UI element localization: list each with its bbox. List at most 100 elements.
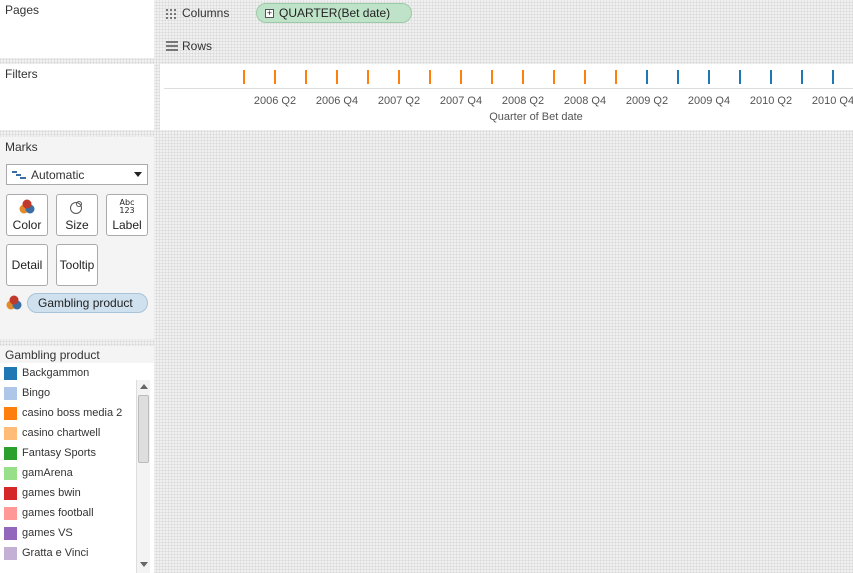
filters-title: Filters: [5, 67, 38, 81]
filters-panel[interactable]: Filters: [0, 64, 154, 130]
legend-swatch: [4, 426, 17, 440]
gantt-icon: [12, 170, 26, 180]
legend-item[interactable]: Fantasy Sports: [0, 443, 136, 463]
legend-item-label: casino boss media 2: [22, 407, 123, 419]
x-tick-label: 2010 Q2: [749, 95, 793, 107]
x-tick-label: 2008 Q4: [563, 95, 607, 107]
chart-mark[interactable]: [615, 70, 617, 84]
rows-shelf-label: Rows: [166, 39, 212, 53]
chart-mark[interactable]: [801, 70, 803, 84]
size-icon: [69, 198, 85, 216]
chart-area: 2006 Q2 2006 Q4 2007 Q2 2007 Q4 2008 Q2 2008 …: [160, 64, 853, 130]
legend-item[interactable]: Bingo: [0, 383, 136, 403]
tableau-workspace: { "left": { "pages_title": "Pages", "fil…: [0, 0, 853, 573]
chart-mark[interactable]: [739, 70, 741, 84]
legend-item[interactable]: Backgammon: [0, 363, 136, 383]
chart-mark[interactable]: [398, 70, 400, 84]
legend-item[interactable]: casino boss media 2: [0, 403, 136, 423]
color-button[interactable]: Color: [6, 194, 48, 236]
detail-button-label: Detail: [11, 258, 43, 272]
scroll-thumb[interactable]: [138, 395, 149, 463]
label-button[interactable]: Abc 123 Label: [106, 194, 148, 236]
chart-mark[interactable]: [429, 70, 431, 84]
chart-mark[interactable]: [553, 70, 555, 84]
mark-type-dropdown[interactable]: Automatic: [6, 164, 148, 185]
legend-swatch: [4, 406, 17, 420]
x-tick-label: 2006 Q2: [253, 95, 297, 107]
legend-item[interactable]: games football: [0, 503, 136, 523]
marks-title: Marks: [5, 140, 38, 154]
x-tick-label: 2007 Q2: [377, 95, 421, 107]
legend-swatch: [4, 366, 17, 380]
x-tick-label: 2008 Q2: [501, 95, 545, 107]
legend-item[interactable]: gamArena: [0, 463, 136, 483]
legend-item-label: games bwin: [22, 487, 81, 499]
legend-item[interactable]: casino chartwell: [0, 423, 136, 443]
legend-item-label: casino chartwell: [22, 427, 101, 439]
legend-swatch: [4, 546, 17, 560]
size-button-label: Size: [65, 218, 89, 232]
marks-panel: Marks Automatic Color Size Abc 123 Label…: [0, 137, 154, 339]
legend-item-label: Gratta e Vinci: [22, 547, 89, 559]
quarter-bet-date-pill[interactable]: + QUARTER(Bet date): [256, 3, 412, 23]
legend-item-label: games VS: [22, 527, 73, 539]
columns-icon: [166, 7, 178, 19]
legend-scrollbar[interactable]: [136, 380, 150, 573]
chart-mark[interactable]: [708, 70, 710, 84]
tooltip-button-label: Tooltip: [59, 258, 95, 272]
pages-title: Pages: [5, 3, 40, 17]
columns-label-text: Columns: [182, 6, 230, 20]
abc-123-icon: Abc 123: [119, 198, 135, 215]
rows-shelf[interactable]: [256, 34, 853, 56]
chart-mark[interactable]: [646, 70, 648, 84]
legend-swatch: [4, 486, 17, 500]
x-tick-label: 2007 Q4: [439, 95, 483, 107]
legend-swatch: [4, 386, 17, 400]
gambling-product-pill-label: Gambling product: [38, 296, 133, 310]
legend-item-label: Fantasy Sports: [22, 447, 96, 459]
pages-panel[interactable]: Pages: [0, 0, 154, 58]
legend-title: Gambling product: [5, 348, 100, 362]
chart-mark[interactable]: [522, 70, 524, 84]
legend-list: Backgammon Bingo casino boss media 2 casino…: [0, 363, 136, 563]
columns-shelf-label: Columns: [166, 6, 229, 20]
color-encoding-icon: [6, 295, 22, 314]
chart-mark[interactable]: [305, 70, 307, 84]
tooltip-button[interactable]: Tooltip: [56, 244, 98, 286]
color-legend-panel: Gambling product Backgammon Bingo casino b…: [0, 346, 154, 573]
chart-mark[interactable]: [832, 70, 834, 84]
chart-mark[interactable]: [243, 70, 245, 84]
rows-label-text: Rows: [182, 39, 213, 53]
detail-button[interactable]: Detail: [6, 244, 48, 286]
color-button-label: Color: [12, 218, 42, 232]
legend-item-label: gamArena: [22, 467, 73, 479]
chart-mark[interactable]: [460, 70, 462, 84]
chart-mark[interactable]: [491, 70, 493, 84]
legend-swatch: [4, 466, 17, 480]
size-button[interactable]: Size: [56, 194, 98, 236]
x-tick-label: 2009 Q4: [687, 95, 731, 107]
chart-mark[interactable]: [770, 70, 772, 84]
x-tick-label: 2006 Q4: [315, 95, 359, 107]
legend-item[interactable]: games bwin: [0, 483, 136, 503]
scroll-up-arrow[interactable]: [140, 384, 148, 389]
legend-item[interactable]: games VS: [0, 523, 136, 543]
x-axis-title: Quarter of Bet date: [489, 111, 583, 123]
chevron-down-icon: [134, 172, 142, 177]
x-tick-label: 2010 Q4: [811, 95, 853, 107]
chart-mark[interactable]: [584, 70, 586, 84]
chart-mark[interactable]: [367, 70, 369, 84]
legend-item-label: games football: [22, 507, 94, 519]
legend-swatch: [4, 446, 17, 460]
gambling-product-color-pill[interactable]: Gambling product: [27, 293, 148, 313]
quarter-pill-label: QUARTER(Bet date): [279, 6, 391, 20]
chart-mark[interactable]: [677, 70, 679, 84]
legend-item[interactable]: Gratta e Vinci: [0, 543, 136, 563]
expand-plus-icon[interactable]: +: [265, 8, 274, 18]
label-button-label: Label: [112, 218, 142, 232]
legend-swatch: [4, 526, 17, 540]
chart-mark[interactable]: [274, 70, 276, 84]
chart-mark[interactable]: [336, 70, 338, 84]
rows-icon: [166, 41, 178, 51]
scroll-down-arrow[interactable]: [140, 562, 148, 567]
